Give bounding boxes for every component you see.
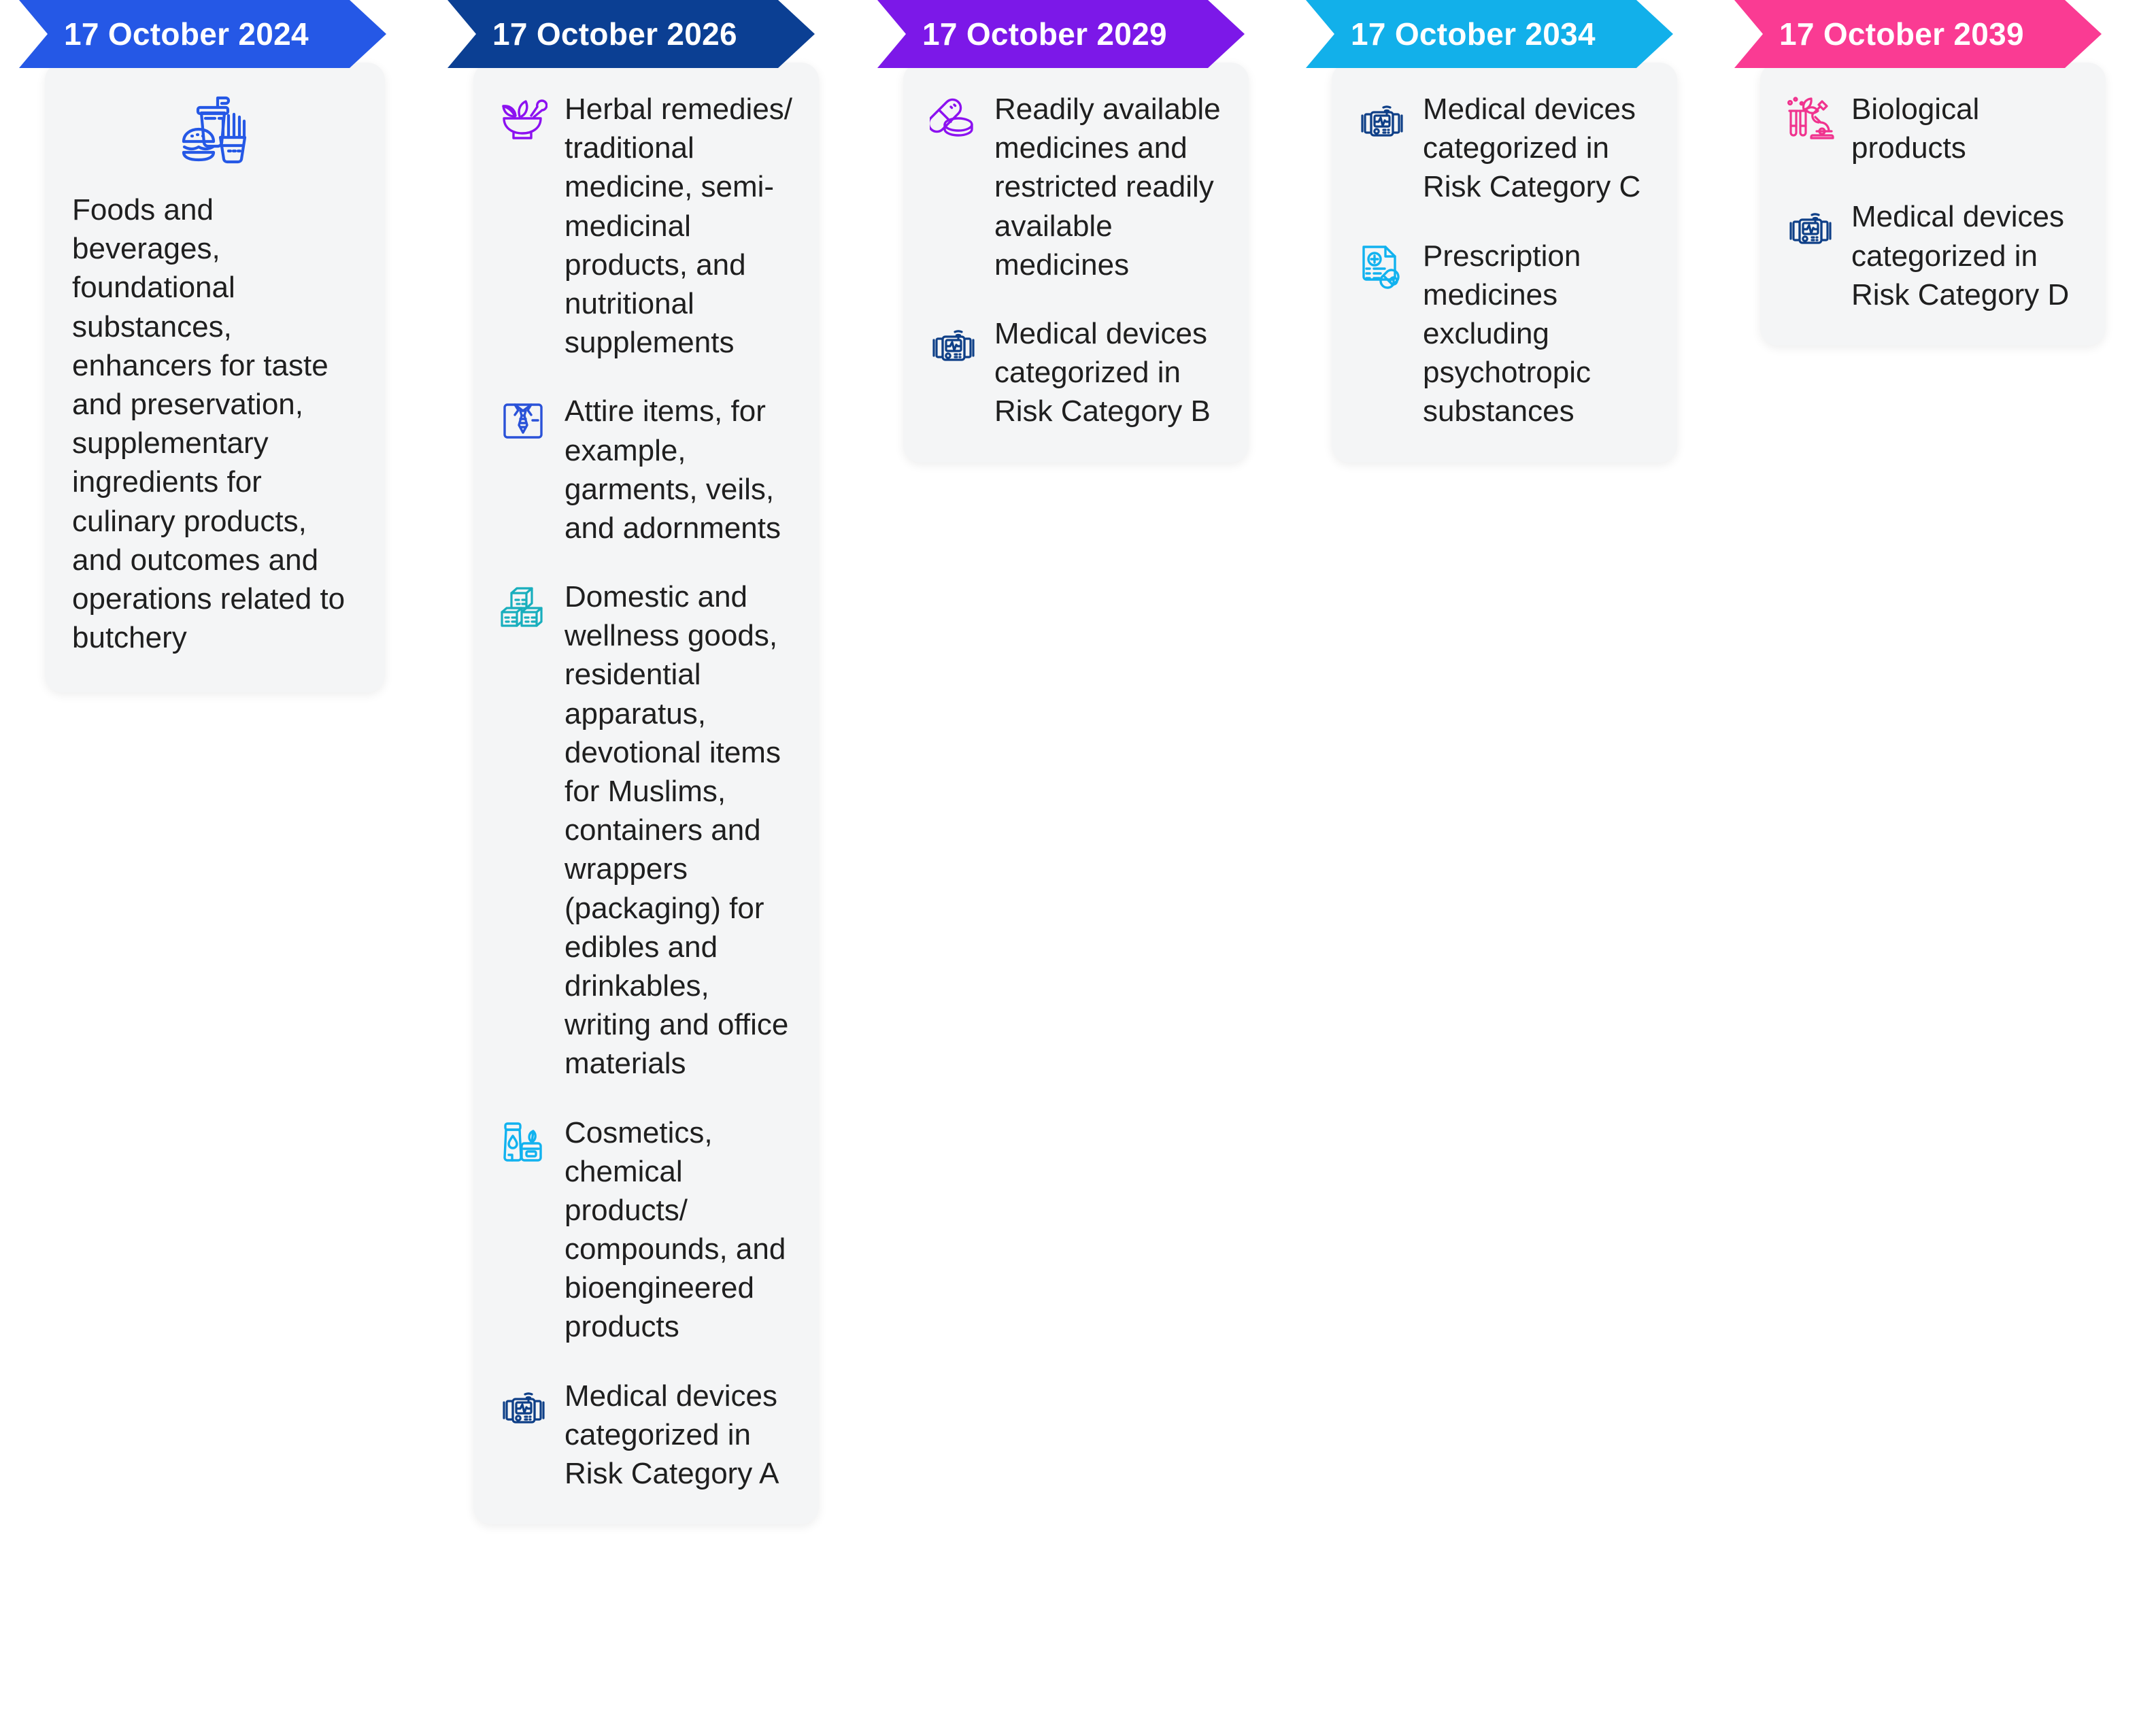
timeline-column-2039: 17 October 2039 Biological products Medi… (1729, 0, 2123, 346)
mortar-pestle-icon (496, 92, 550, 146)
list-item: Medical devices categorized in Risk Cate… (496, 1377, 796, 1494)
date-banner-2029: 17 October 2029 (877, 0, 1245, 68)
date-banner-2024: 17 October 2024 (19, 0, 386, 68)
list-item: Herbal remedies/ traditional medicine, s… (496, 90, 796, 362)
content-card-2026: Herbal remedies/ traditional medicine, s… (473, 63, 819, 1525)
list-item: Medical devices categorized in Risk Cate… (1783, 197, 2083, 314)
date-banner-label: 17 October 2029 (922, 16, 1167, 52)
medical-device-icon (926, 317, 979, 370)
list-item-text: Readily available medicines and restrict… (994, 92, 1221, 282)
list-item: Medical devices categorized in Risk Cate… (1355, 90, 1654, 207)
prescription-icon (1355, 239, 1408, 292)
list-item-text: Medical devices categorized in Risk Cate… (1851, 200, 2070, 312)
medical-device-icon (1783, 200, 1836, 253)
content-card-2034: Medical devices categorized in Risk Cate… (1332, 63, 1677, 462)
date-banner-label: 17 October 2024 (64, 16, 309, 52)
list-item: Medical devices categorized in Risk Cate… (926, 314, 1226, 431)
list-item: Cosmetics, chemical products/ compounds,… (496, 1113, 796, 1347)
list-item-text: Cosmetics, chemical products/ compounds,… (565, 1115, 786, 1344)
medical-device-icon (1355, 92, 1408, 146)
timeline-column-2026: 17 October 2026 Herbal remedies/ traditi… (442, 0, 837, 1525)
list-item-text: Medical devices categorized in Risk Cate… (994, 316, 1211, 428)
content-card-2029: Readily available medicines and restrict… (903, 63, 1249, 462)
cosmetics-icon (496, 1116, 550, 1169)
content-card-2024: Foods and beverages, foundational substa… (45, 63, 385, 693)
list-item: Domestic and wellness goods, residential… (496, 577, 796, 1083)
date-banner-2034: 17 October 2034 (1306, 0, 1673, 68)
timeline-column-2034: 17 October 2034 Medical devices categori… (1300, 0, 1695, 462)
date-banner-2039: 17 October 2039 (1734, 0, 2102, 68)
shirt-tie-icon (496, 394, 550, 448)
stacked-boxes-icon (496, 580, 550, 633)
list-item-text: Medical devices categorized in Risk Cate… (1423, 92, 1641, 204)
date-banner-label: 17 October 2026 (492, 16, 737, 52)
list-item-text: Domestic and wellness goods, residential… (565, 580, 789, 1081)
content-card-2039: Biological products Medical devices cate… (1760, 63, 2106, 346)
list-item: Prescription medicines excluding psychot… (1355, 237, 1654, 431)
date-banner-label: 17 October 2039 (1779, 16, 2024, 52)
timeline-column-2024: 17 October 2024 Foods and beverages, fou… (14, 0, 408, 693)
list-item: Attire items, for example, garments, vei… (496, 392, 796, 548)
list-item: Readily available medicines and restrict… (926, 90, 1226, 284)
timeline-roadmap: 17 October 2024 Foods and beverages, fou… (0, 0, 2156, 1716)
list-item-text: Attire items, for example, garments, vei… (565, 394, 781, 545)
card-body-text: Foods and beverages, foundational substa… (72, 193, 346, 655)
list-item-text: Medical devices categorized in Risk Cate… (565, 1379, 779, 1490)
biological-products-icon (1783, 92, 1836, 146)
date-banner-label: 17 October 2034 (1351, 16, 1596, 52)
medical-device-icon (496, 1379, 550, 1432)
fast-food-icon (72, 92, 358, 167)
list-item-text: Biological products (1851, 92, 1980, 165)
list-item-text: Prescription medicines excluding psychot… (1423, 239, 1591, 428)
list-item: Biological products (1783, 90, 2083, 167)
date-banner-2026: 17 October 2026 (448, 0, 815, 68)
list-item-text: Herbal remedies/ traditional medicine, s… (565, 92, 793, 360)
pills-icon (926, 92, 979, 146)
timeline-column-2029: 17 October 2029 Readily available medici… (872, 0, 1266, 462)
